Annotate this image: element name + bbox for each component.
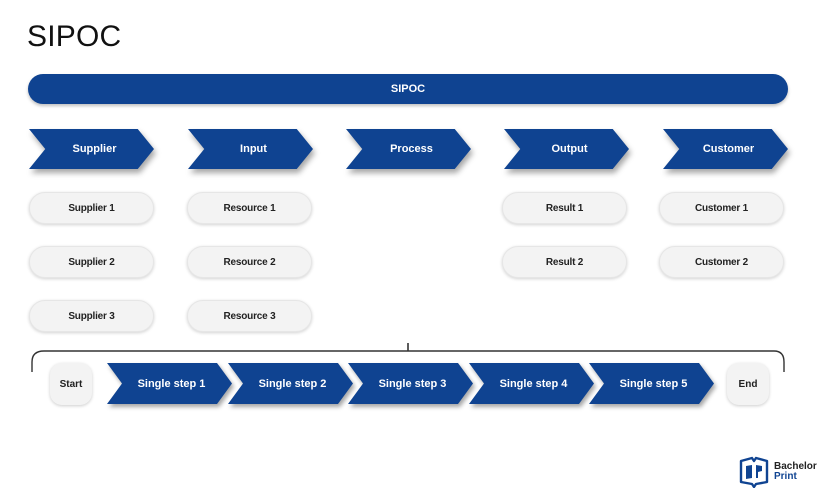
flow-end: End [727,363,769,405]
open-book-icon [739,456,769,488]
process-bracket [31,343,785,372]
flow-step: Single step 2 [228,363,353,404]
logo-line-2: Print [774,471,797,482]
bachelorprint-logo: Bachelor Print [738,456,817,488]
flow-start: Start [50,363,92,405]
flow-step: Single step 3 [348,363,473,404]
flow-step: Single step 1 [107,363,232,404]
flow-step: Single step 5 [589,363,714,404]
flow-step: Single step 4 [469,363,594,404]
